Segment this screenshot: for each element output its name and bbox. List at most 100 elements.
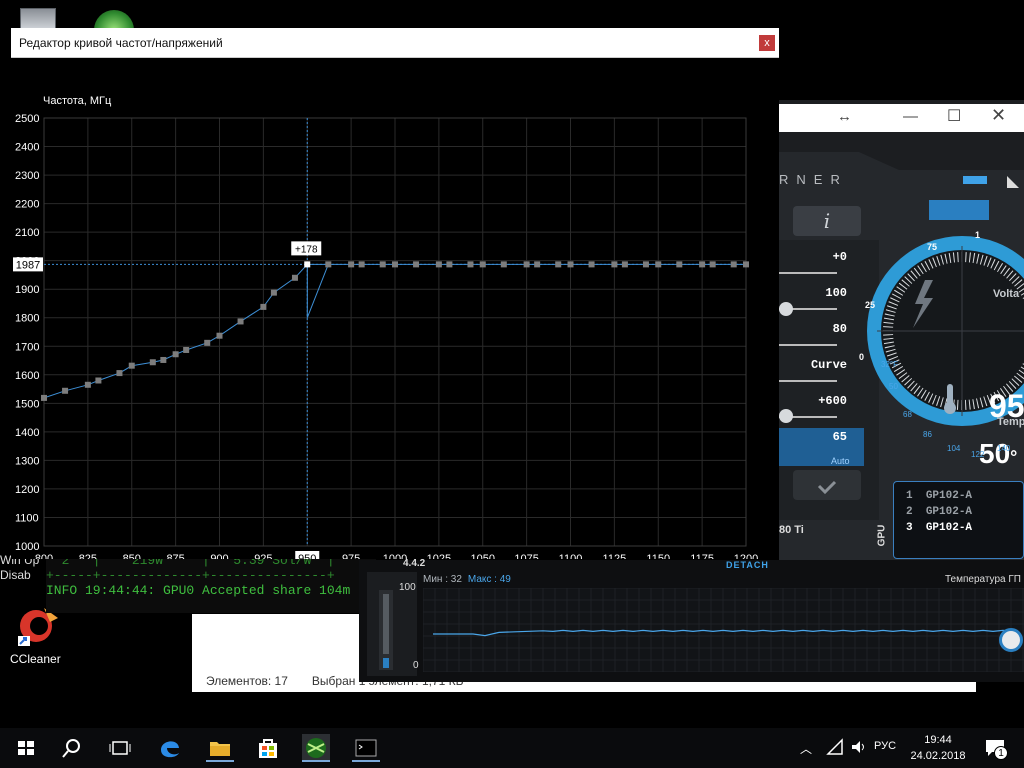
curve-point bbox=[116, 370, 123, 377]
curve-point bbox=[270, 289, 277, 296]
y-tick-label: 2500 bbox=[15, 113, 39, 125]
y-tick-label: 1400 bbox=[15, 427, 39, 439]
monitor-graph[interactable] bbox=[422, 587, 1024, 673]
core-voltage-slider[interactable] bbox=[779, 264, 837, 274]
monitor-scroll-icon[interactable] bbox=[999, 628, 1023, 652]
start-button[interactable] bbox=[12, 734, 40, 762]
close-button[interactable]: x bbox=[759, 35, 775, 51]
curve-editor-window[interactable]: Редактор кривой частот/напряжений x Част… bbox=[11, 28, 779, 559]
curve-point bbox=[149, 359, 156, 366]
gpu-tab[interactable]: GPU bbox=[876, 525, 887, 547]
curve-point bbox=[621, 261, 628, 268]
search-icon[interactable] bbox=[58, 734, 86, 762]
afterburner-desktop-icon[interactable] bbox=[94, 10, 134, 30]
core-clock-slider[interactable] bbox=[779, 372, 837, 382]
notifications-icon[interactable]: 1 bbox=[984, 738, 1008, 763]
power-limit-knob[interactable] bbox=[779, 302, 793, 316]
voltage-label: Volta bbox=[993, 288, 1020, 300]
curve-point bbox=[172, 351, 179, 358]
fan-auto-label[interactable]: Auto bbox=[831, 456, 850, 466]
curve-point bbox=[128, 362, 135, 369]
x-tick-label: 1125 bbox=[603, 553, 627, 559]
editor-titlebar[interactable]: Редактор кривой частот/напряжений x bbox=[11, 28, 779, 58]
temp-scale-tick: 104 bbox=[947, 444, 961, 453]
monitor-graph-svg bbox=[422, 587, 1024, 673]
core-clock-value: Curve bbox=[810, 358, 847, 372]
clock-time: 19:44 bbox=[924, 734, 952, 746]
monitor-minmax: Мин : 32 Макс : 49 bbox=[423, 574, 511, 585]
voltage-tag-text: 950 bbox=[298, 553, 316, 559]
maximize-button[interactable]: ☐ bbox=[947, 106, 961, 126]
curve-chart[interactable]: Частота, МГцНапряжение, МВ10001100120013… bbox=[11, 58, 779, 559]
temp-scale-tick: 122 bbox=[971, 450, 985, 459]
language-indicator[interactable]: РУС bbox=[874, 740, 896, 752]
memory-clock-knob[interactable] bbox=[779, 409, 793, 423]
curve-point bbox=[260, 303, 267, 310]
detach-button[interactable]: DETACH bbox=[726, 560, 769, 570]
ccleaner-label[interactable]: CCleaner bbox=[10, 652, 70, 666]
gpu-list-item[interactable]: 3 GP102-A bbox=[894, 520, 1023, 536]
editor-title: Редактор кривой частот/напряжений bbox=[19, 36, 223, 50]
temp-limit-value: 80 bbox=[832, 322, 847, 336]
temp-scale-tick: 50 bbox=[889, 382, 898, 391]
gauge-scale-tick: 75 bbox=[927, 242, 938, 252]
y-tick-label: 2400 bbox=[15, 142, 39, 154]
console-line: +-----+-------------+---------------+ bbox=[46, 568, 335, 583]
monitor-graph-title: Температура ГП bbox=[945, 574, 1021, 585]
curve-point bbox=[41, 394, 47, 401]
temp-scale-tick: 86 bbox=[923, 430, 932, 439]
task-view-icon[interactable] bbox=[106, 734, 134, 762]
console-left-line: Disab bbox=[0, 568, 31, 582]
temp-scale-tick: 140 bbox=[997, 444, 1011, 453]
miner-console[interactable]: 2 | 219W | 5.39 Sol/W | +-----+---------… bbox=[46, 553, 376, 613]
curve-point bbox=[392, 261, 398, 268]
curve-point bbox=[500, 261, 507, 268]
show-hidden-icons-icon[interactable]: ︿ bbox=[800, 740, 812, 757]
x-tick-label: 875 bbox=[166, 553, 184, 559]
afterburner-taskbar-icon[interactable] bbox=[302, 734, 330, 762]
curve-point bbox=[567, 261, 574, 268]
curve-point bbox=[699, 261, 706, 268]
store-icon[interactable] bbox=[254, 734, 282, 762]
temp-scale-tick: 68 bbox=[903, 410, 912, 419]
close-button[interactable]: ✕ bbox=[991, 105, 1006, 126]
x-tick-label: 925 bbox=[254, 553, 272, 559]
y-axis-title: Частота, МГц bbox=[43, 95, 112, 107]
minimize-button[interactable]: — bbox=[903, 108, 918, 125]
clock[interactable]: 19:44 24.02.2018 bbox=[900, 732, 976, 764]
curve-point bbox=[204, 339, 211, 346]
afterburner-titlebar[interactable]: ↔ — ☐ ✕ bbox=[779, 104, 1024, 132]
monitor-y-min: 0 bbox=[413, 660, 419, 671]
curve-dip-line bbox=[306, 264, 329, 318]
afterburner-brand: RNER bbox=[779, 172, 848, 187]
curve-point bbox=[325, 261, 332, 268]
curve-point bbox=[183, 346, 190, 353]
network-icon[interactable] bbox=[826, 738, 844, 761]
curve-point bbox=[84, 381, 91, 388]
temp-limit-slider[interactable] bbox=[779, 336, 837, 346]
curve-point bbox=[642, 261, 649, 268]
y-tick-label: 2200 bbox=[15, 199, 39, 211]
gpu-name: GP102-A bbox=[925, 522, 973, 534]
gpu-selector-list[interactable]: 1 GP102-A 2 GP102-A 3 GP102-A bbox=[893, 481, 1024, 559]
x-tick-label: 1100 bbox=[559, 553, 583, 559]
edge-icon[interactable] bbox=[156, 734, 184, 762]
recycle-bin-icon[interactable] bbox=[20, 8, 56, 30]
y-tick-label: 1900 bbox=[15, 284, 39, 296]
monitor-max: Макс : 49 bbox=[467, 574, 511, 585]
volume-icon[interactable] bbox=[850, 738, 868, 761]
svg-text:i: i bbox=[824, 209, 830, 233]
curve-point bbox=[95, 377, 102, 384]
curve-point bbox=[467, 261, 474, 268]
curve-point bbox=[237, 318, 244, 325]
gpu-list-item[interactable]: 1 GP102-A bbox=[894, 488, 1023, 504]
app-version: 4.4.2 bbox=[403, 558, 426, 569]
curve-point bbox=[291, 274, 298, 281]
frequency-tag: 1987 bbox=[13, 257, 43, 272]
file-explorer-icon[interactable] bbox=[206, 734, 234, 762]
gpu-index: 1 bbox=[906, 490, 913, 502]
hardware-monitor-panel[interactable]: 4.4.2 Мин : 32 Макс : 49 Температура ГП 1… bbox=[359, 558, 1024, 682]
gpu-list-item[interactable]: 2 GP102-A bbox=[894, 504, 1023, 520]
console-taskbar-icon[interactable] bbox=[352, 734, 380, 762]
taskbar: ︿ РУС 19:44 24.02.2018 1 bbox=[0, 728, 1024, 768]
